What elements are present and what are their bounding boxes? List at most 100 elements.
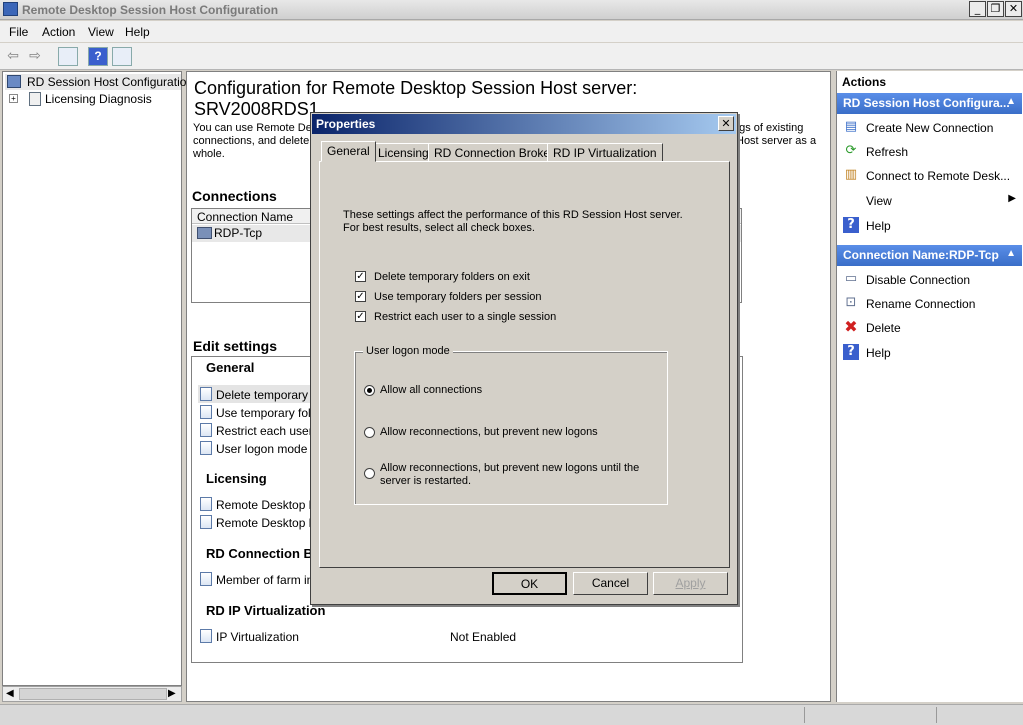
description-part1: You can use Remote De [193,122,312,134]
apply-button[interactable]: Apply [653,572,728,595]
setting-icon [200,572,212,586]
connection-icon [197,227,212,239]
menu-view[interactable]: View [88,25,114,39]
radio-allow-reconnections-until-restart[interactable] [364,468,375,479]
back-arrow-icon[interactable]: ⇦ [3,47,23,66]
intro-text-line2: For best results, select all check boxes… [343,222,535,234]
submenu-arrow-icon: ▶ [1008,193,1016,204]
properties-dialog: Properties ✕ General Licensing RD Connec… [310,112,738,605]
tab-rd-ip-virtualization[interactable]: RD IP Virtualization [547,143,663,162]
general-tab-panel: These settings affect the performance of… [319,161,730,568]
action-refresh[interactable]: ⟳ Refresh [837,140,1022,162]
menu-action[interactable]: Action [42,25,75,39]
show-hide-console-tree-icon[interactable] [58,47,78,66]
action-connect-remote[interactable]: ▥ Connect to Remote Desk... [837,164,1022,186]
show-hide-action-pane-icon[interactable] [112,47,132,66]
tab-rd-connection-broker[interactable]: RD Connection Broker [428,143,561,162]
disable-connection-icon: ▭ [844,271,858,286]
column-connection-name[interactable]: Connection Name [197,210,293,224]
actions-header: Actions [842,75,887,89]
collapse-icon[interactable]: ▲ [1006,96,1016,107]
action-help-connection[interactable]: ? Help [837,341,1022,363]
action-rename-connection[interactable]: ⊡ Rename Connection [837,292,1022,314]
setting-icon [200,441,212,455]
help-icon: ? [843,344,859,360]
app-icon [3,2,18,16]
actions-pane: Actions RD Session Host Configura... ▲ ▤… [836,71,1023,702]
forward-arrow-icon[interactable]: ⇨ [25,47,45,66]
dialog-title: Properties [316,117,376,131]
radio-allow-all[interactable] [364,385,375,396]
group-connection-broker: RD Connection Bro [206,546,314,561]
horizontal-scrollbar[interactable]: ◀ ▶ [2,686,182,702]
status-bar [0,704,1023,725]
radio-allow-reconnections[interactable] [364,427,375,438]
tab-licensing[interactable]: Licensing [372,143,435,162]
tree-item-licensing-diagnosis[interactable]: + Licensing Diagnosis [9,91,179,107]
actions-section-connection[interactable]: Connection Name:RDP-Tcp ▲ [837,245,1022,266]
toolbar: ⇦ ⇨ ? [0,43,1023,70]
setting-delete-temp[interactable]: Delete temporary folde [216,388,314,402]
label-allow-all: Allow all connections [380,384,483,396]
setting-member-of-farm[interactable]: Member of farm in R [216,573,314,587]
setting-logon-mode[interactable]: User logon mode [216,442,307,456]
setting-license-servers[interactable]: Remote Desktop lice [216,516,314,530]
delete-icon: ✖ [844,317,858,336]
scroll-right-icon[interactable]: ▶ [168,688,176,699]
action-view[interactable]: View ▶ [837,189,1022,211]
help-icon: ? [843,217,859,233]
label-until-restart-line1: Allow reconnections, but prevent new log… [380,462,640,474]
dialog-close-button[interactable]: ✕ [718,116,734,131]
scroll-thumb[interactable] [19,688,167,700]
setting-icon [200,387,212,401]
page-title: Configuration for Remote Desktop Session… [194,78,638,98]
menu-help[interactable]: Help [125,25,150,39]
actions-section-server[interactable]: RD Session Host Configura... ▲ [837,93,1022,114]
action-disable-connection[interactable]: ▭ Disable Connection [837,268,1022,290]
menu-file[interactable]: File [9,25,28,39]
setting-icon [200,405,212,419]
action-help[interactable]: ? Help [837,214,1022,236]
setting-icon [200,497,212,511]
setting-use-temp[interactable]: Use temporary folder [216,406,314,420]
group-ip-virtualization: RD IP Virtualization [206,603,326,618]
setting-restrict-user[interactable]: Restrict each user to [216,424,314,438]
minimize-button[interactable]: _ [969,1,986,17]
checkbox-delete-temp[interactable]: ✓ [355,271,366,282]
ok-button[interactable]: OK [492,572,567,595]
checkbox-restrict-user[interactable]: ✓ [355,311,366,322]
description-part2: ngs of existing [733,122,804,134]
diagnosis-icon [29,92,41,106]
window-title: Remote Desktop Session Host Configuratio… [22,3,279,17]
help-icon[interactable]: ? [88,47,108,66]
console-tree: RD Session Host Configuration: + Licensi… [2,71,196,686]
setting-icon [200,515,212,529]
expand-icon[interactable]: + [9,94,18,103]
action-delete[interactable]: ✖ Delete [837,316,1022,338]
setting-ip-virtualization-value: Not Enabled [450,630,517,644]
tab-general[interactable]: General [321,141,376,162]
label-restrict-user: Restrict each user to a single session [374,311,557,323]
restore-button[interactable]: ❐ [987,1,1004,17]
action-create-new-connection[interactable]: ▤ Create New Connection [837,116,1022,138]
scroll-left-icon[interactable]: ◀ [6,688,14,699]
tree-root-item[interactable]: RD Session Host Configuration: [5,74,196,90]
setting-icon [200,423,212,437]
dialog-title-bar: Properties ✕ [312,114,736,134]
logon-mode-group: User logon mode Allow all connections Al… [354,345,668,505]
menu-bar: File Action View Help [0,21,1023,42]
status-divider [936,707,937,723]
title-bar: Remote Desktop Session Host Configuratio… [0,0,1023,20]
setting-licensing-mode[interactable]: Remote Desktop lice [216,498,314,512]
server-name: SRV2008RDS1 [194,99,319,119]
status-divider [804,707,805,723]
description-part3: connections, and delete [193,135,310,147]
rename-icon: ⊡ [845,295,857,310]
setting-icon [200,629,212,643]
close-window-button[interactable]: ✕ [1005,1,1022,17]
cancel-button[interactable]: Cancel [573,572,648,595]
checkbox-use-temp[interactable]: ✓ [355,291,366,302]
collapse-icon[interactable]: ▲ [1006,248,1016,259]
setting-ip-virtualization[interactable]: IP Virtualization [216,630,299,644]
group-licensing: Licensing [206,471,267,486]
